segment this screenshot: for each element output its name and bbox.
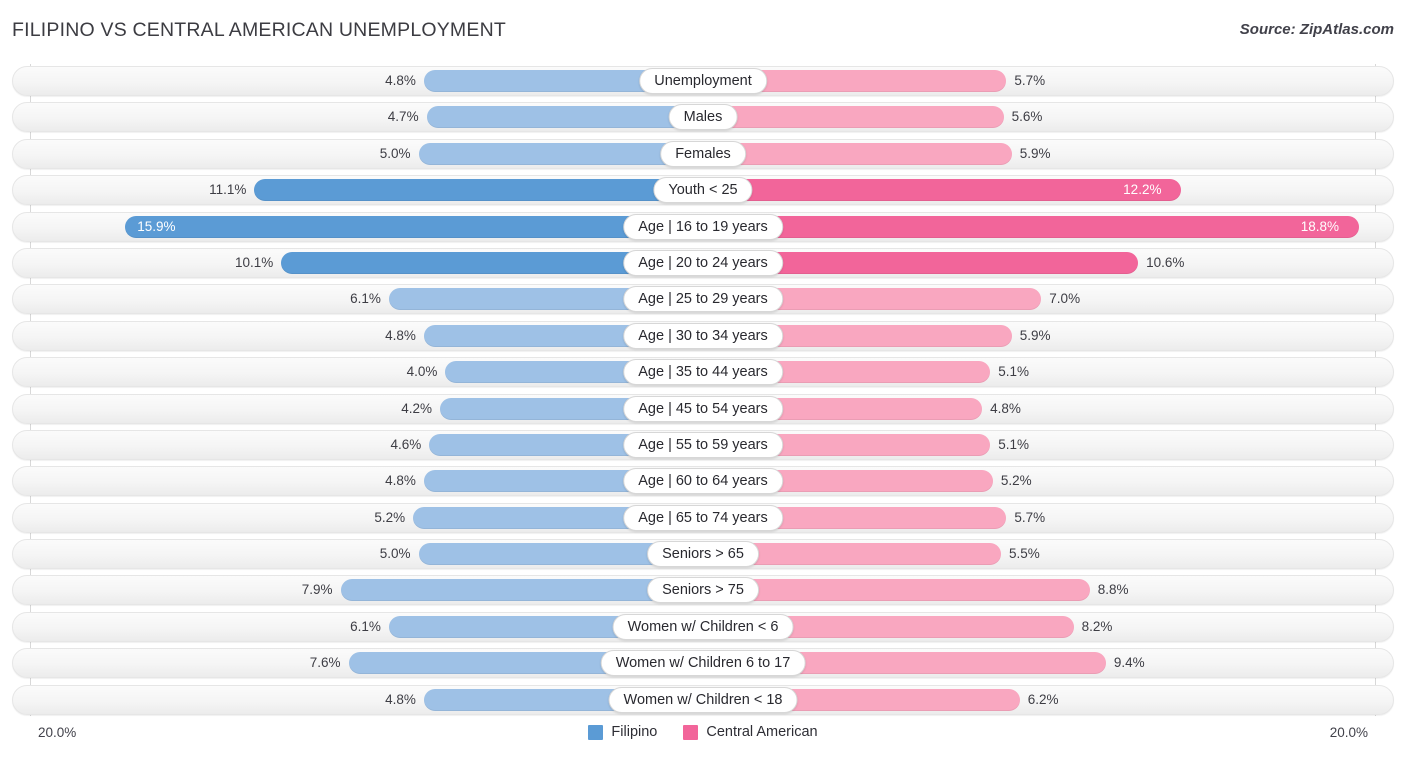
chart-footer: 20.0% 20.0% Filipino Central American	[0, 716, 1406, 757]
bar-row: 4.2% 4.8% Age | 45 to 54 years	[0, 393, 1406, 424]
bar-value-filipino: 4.0%	[406, 364, 438, 380]
bar-row: 4.8% 6.2% Women w/ Children < 18	[0, 684, 1406, 715]
row-label-pill: Seniors > 65	[647, 541, 759, 568]
legend-item[interactable]: Central American	[683, 724, 818, 740]
legend-label: Filipino	[611, 724, 658, 740]
bar-value-central-american: 5.5%	[1008, 546, 1040, 562]
row-label-pill: Age | 20 to 24 years	[623, 249, 783, 276]
chart-header: FILIPINO VS CENTRAL AMERICAN UNEMPLOYMEN…	[0, 0, 1406, 58]
bar-value-central-american: 5.1%	[998, 436, 1029, 452]
row-label-pill: Age | 30 to 34 years	[623, 322, 783, 349]
bar-value-filipino: 6.1%	[350, 618, 381, 634]
bar-row: 15.9% 18.8% Age | 16 to 19 years	[0, 211, 1406, 242]
bar-value-filipino: 4.7%	[387, 109, 419, 125]
bar-row: 5.0% 5.5% Seniors > 65	[0, 539, 1406, 570]
row-label-pill: Age | 16 to 19 years	[623, 213, 783, 240]
bar-row: 4.8% 5.7% Unemployment	[0, 66, 1406, 96]
page-title: FILIPINO VS CENTRAL AMERICAN UNEMPLOYMEN…	[12, 19, 506, 41]
bar-row: 7.9% 8.8% Seniors > 75	[0, 575, 1406, 606]
row-label-pill: Males	[668, 104, 738, 131]
bar-value-filipino: 4.8%	[385, 73, 416, 88]
legend-swatch-icon	[588, 724, 604, 740]
bar-value-central-american: 4.8%	[990, 400, 1021, 416]
bar-value-filipino: 5.0%	[379, 145, 411, 161]
row-label-pill: Women w/ Children < 6	[612, 613, 794, 640]
bar-value-central-american: 10.6%	[1146, 254, 1185, 270]
chart-page: FILIPINO VS CENTRAL AMERICAN UNEMPLOYMEN…	[0, 0, 1406, 757]
bar-value-filipino: 4.8%	[385, 691, 416, 707]
source-attribution: Source: ZipAtlas.com	[1239, 21, 1394, 38]
bar-value-filipino: 5.0%	[379, 546, 411, 562]
bar-value-central-american: 5.6%	[1011, 109, 1043, 125]
row-label-pill: Youth < 25	[653, 177, 753, 204]
row-label-pill: Age | 25 to 29 years	[623, 286, 783, 313]
bar-value-central-american: 12.2%	[1123, 182, 1162, 198]
bar-row: 6.1% 7.0% Age | 25 to 29 years	[0, 284, 1406, 315]
bar-row: 5.2% 5.7% Age | 65 to 74 years	[0, 502, 1406, 533]
row-label-pill: Women w/ Children < 18	[608, 686, 798, 713]
row-label-pill: Women w/ Children 6 to 17	[600, 650, 806, 677]
chart-plot-area: 4.8% 5.7% Unemployment 4.7% 5.6% Males 5.0% 5.9…	[0, 58, 1406, 718]
bar-value-central-american: 7.0%	[1049, 291, 1081, 307]
bar-central-american	[703, 142, 1012, 165]
bar-value-central-american: 9.4%	[1113, 655, 1145, 671]
bar-row: 6.1% 8.2% Women w/ Children < 6	[0, 611, 1406, 642]
bar-value-central-american: 5.1%	[998, 364, 1029, 380]
bar-row: 4.8% 5.9% Age | 30 to 34 years	[0, 320, 1406, 351]
bar-rows-container: 4.8% 5.7% Unemployment 4.7% 5.6% Males 5.0% 5.9…	[0, 66, 1406, 721]
row-label-pill: Age | 35 to 44 years	[623, 359, 783, 386]
bar-value-filipino: 4.2%	[401, 400, 433, 416]
bar-central-american	[703, 106, 1004, 129]
bar-value-central-american: 5.2%	[1000, 473, 1032, 489]
bar-value-filipino: 10.1%	[235, 254, 274, 270]
legend-label: Central American	[706, 724, 818, 740]
bar-value-central-american: 8.2%	[1081, 618, 1113, 634]
bar-filipino	[125, 215, 703, 238]
row-label-pill: Age | 55 to 59 years	[623, 431, 783, 458]
bar-value-central-american: 5.9%	[1019, 327, 1051, 343]
bar-value-filipino: 15.9%	[137, 218, 176, 234]
bar-row: 4.8% 5.2% Age | 60 to 64 years	[0, 466, 1406, 497]
bar-value-filipino: 4.8%	[385, 473, 416, 489]
bar-value-filipino: 7.6%	[309, 655, 341, 671]
chart-legend: Filipino Central American	[0, 724, 1406, 740]
bar-value-filipino: 11.1%	[209, 182, 247, 198]
bar-value-central-american: 6.2%	[1027, 691, 1059, 707]
legend-swatch-icon	[683, 724, 699, 740]
bar-row: 4.6% 5.1% Age | 55 to 59 years	[0, 429, 1406, 460]
bar-value-filipino: 4.8%	[385, 327, 416, 343]
bar-value-filipino: 5.2%	[374, 509, 406, 525]
row-label-pill: Age | 65 to 74 years	[623, 504, 783, 531]
bar-central-american	[703, 179, 1182, 202]
bar-value-filipino: 7.9%	[301, 582, 333, 598]
row-label-pill: Unemployment	[639, 68, 767, 94]
bar-value-central-american: 5.9%	[1019, 145, 1051, 161]
bar-value-central-american: 5.7%	[1014, 509, 1046, 525]
bar-row: 11.1% 12.2% Youth < 25	[0, 175, 1406, 206]
bar-value-central-american: 8.8%	[1097, 582, 1129, 598]
bar-filipino	[426, 106, 703, 129]
bar-central-american	[703, 579, 1090, 602]
bar-row: 7.6% 9.4% Women w/ Children 6 to 17	[0, 648, 1406, 679]
bar-row: 4.7% 5.6% Males	[0, 102, 1406, 133]
bar-value-central-american: 18.8%	[1300, 218, 1339, 234]
bar-value-filipino: 6.1%	[350, 291, 381, 307]
legend-item[interactable]: Filipino	[588, 724, 657, 740]
bar-row: 5.0% 5.9% Females	[0, 138, 1406, 169]
bar-value-filipino: 4.6%	[390, 436, 422, 452]
bar-value-central-american: 5.7%	[1014, 73, 1046, 88]
bar-row: 10.1% 10.6% Age | 20 to 24 years	[0, 247, 1406, 278]
row-label-pill: Seniors > 75	[647, 577, 759, 604]
bar-row: 4.0% 5.1% Age | 35 to 44 years	[0, 357, 1406, 388]
bar-filipino	[254, 179, 703, 202]
row-label-pill: Females	[660, 140, 746, 167]
row-label-pill: Age | 60 to 64 years	[623, 468, 783, 495]
row-label-pill: Age | 45 to 54 years	[623, 395, 783, 422]
bar-central-american	[703, 215, 1359, 238]
